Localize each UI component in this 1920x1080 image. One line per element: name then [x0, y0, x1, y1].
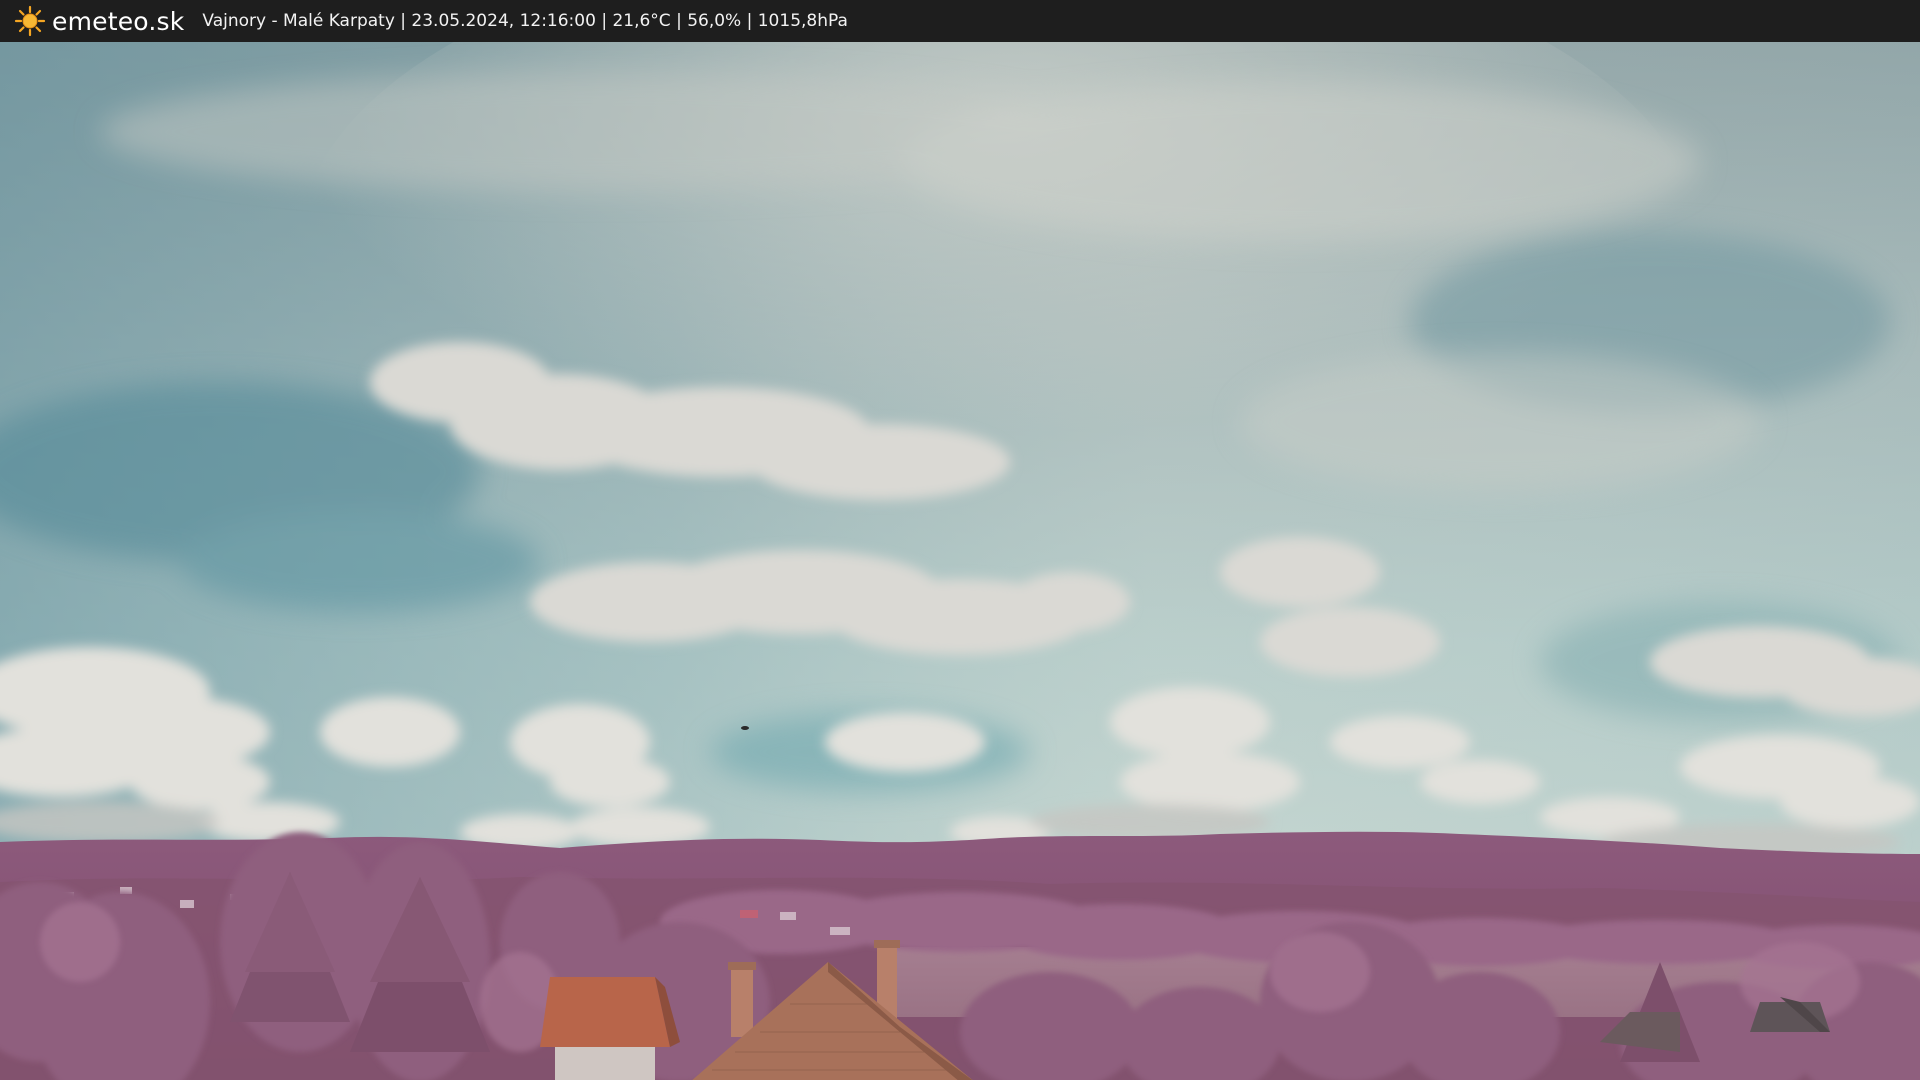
emeteo-logo[interactable]: emeteo.sk — [14, 0, 184, 42]
bird — [741, 726, 749, 730]
webcam-scene — [0, 42, 1920, 1080]
webcam-image — [0, 42, 1920, 1080]
top-bar: emeteo.sk Vajnory - Malé Karpaty | 23.05… — [0, 0, 1920, 42]
sun-icon — [14, 5, 46, 37]
station-caption: Vajnory - Malé Karpaty | 23.05.2024, 12:… — [202, 11, 848, 31]
logo-text: emeteo.sk — [52, 6, 185, 36]
